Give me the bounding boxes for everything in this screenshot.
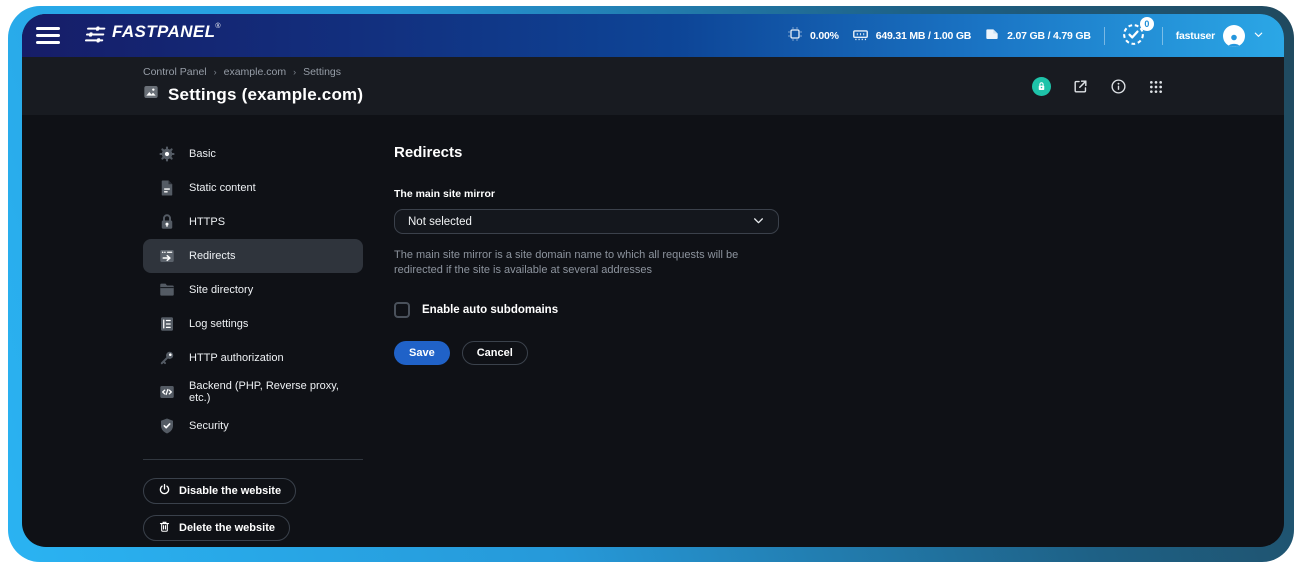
tasks-badge: 0 <box>1140 17 1154 31</box>
page-title-text: Settings (example.com) <box>168 85 363 105</box>
delete-website-label: Delete the website <box>179 522 275 534</box>
tasks-check-icon[interactable]: 0 <box>1121 22 1146 50</box>
auto-subdomains-row: Enable auto subdomains <box>394 302 779 318</box>
external-link-icon[interactable] <box>1072 78 1089 95</box>
sidebar-item-label: Security <box>189 420 229 432</box>
sidebar-divider <box>143 459 363 460</box>
sidebar-item-backend[interactable]: Backend (PHP, Reverse proxy, etc.) <box>143 375 363 409</box>
cpu-value: 0.00% <box>810 30 839 42</box>
mirror-field-label: The main site mirror <box>394 188 779 200</box>
apps-grid-icon[interactable] <box>1148 79 1164 95</box>
ram-icon <box>852 26 869 46</box>
breadcrumb-separator: › <box>293 67 296 77</box>
form-actions: Save Cancel <box>394 341 779 365</box>
settings-sidebar: Basic Static content HTTPS <box>143 137 363 547</box>
trash-icon <box>158 520 171 536</box>
select-value: Not selected <box>408 216 472 228</box>
sidebar-item-security[interactable]: Security <box>143 409 363 443</box>
sidebar-item-label: Static content <box>189 182 256 194</box>
sidebar-item-log-settings[interactable]: Log settings <box>143 307 363 341</box>
sidebar-item-site-directory[interactable]: Site directory <box>143 273 363 307</box>
hamburger-icon[interactable] <box>36 27 60 44</box>
divider <box>1162 27 1163 45</box>
chevron-down-icon <box>752 214 765 230</box>
mirror-help-text: The main site mirror is a site domain na… <box>394 248 779 279</box>
memory-stat: 649.31 MB / 1.00 GB <box>852 26 971 46</box>
page-header: Control Panel › example.com › Settings S… <box>22 57 1284 115</box>
section-title: Redirects <box>394 144 779 161</box>
redirect-arrow-icon <box>158 247 176 265</box>
brand-logo[interactable]: FASTPANEL ® <box>84 22 221 49</box>
redirects-panel: Redirects The main site mirror Not selec… <box>394 137 779 547</box>
save-button[interactable]: Save <box>394 341 450 365</box>
disable-website-label: Disable the website <box>179 485 281 497</box>
topbar-stats: 0.00% 649.31 MB / 1.00 GB 2.07 GB / 4.79… <box>787 22 1264 50</box>
cpu-icon <box>787 26 803 45</box>
sidebar-item-label: Redirects <box>189 250 235 262</box>
file-icon <box>158 179 176 197</box>
page: FASTPANEL ® 0.00% 649.31 MB / 1.00 GB <box>0 0 1308 569</box>
shield-check-icon <box>158 417 176 435</box>
user-menu[interactable]: fastuser <box>1176 25 1264 47</box>
divider <box>1104 27 1105 45</box>
header-actions <box>1032 77 1164 96</box>
code-icon <box>158 383 176 401</box>
disk-value: 2.07 GB / 4.79 GB <box>1007 30 1091 42</box>
log-icon <box>158 315 176 333</box>
sidebar-item-label: Site directory <box>189 284 253 296</box>
chevron-down-icon <box>1253 29 1264 43</box>
username: fastuser <box>1176 30 1215 42</box>
breadcrumb-settings: Settings <box>303 66 341 78</box>
gear-icon <box>158 145 176 163</box>
sidebar-item-http-authorization[interactable]: HTTP authorization <box>143 341 363 375</box>
registered-mark: ® <box>215 23 220 30</box>
auto-subdomains-checkbox[interactable] <box>394 302 410 318</box>
sidebar-item-redirects[interactable]: Redirects <box>143 239 363 273</box>
cancel-button[interactable]: Cancel <box>462 341 528 365</box>
disk-icon <box>984 26 1000 45</box>
delete-website-button[interactable]: Delete the website <box>143 515 290 541</box>
breadcrumb-domain[interactable]: example.com <box>224 66 286 78</box>
disable-website-button[interactable]: Disable the website <box>143 478 296 504</box>
power-icon <box>158 483 171 499</box>
lock-icon <box>158 213 176 231</box>
key-icon <box>158 349 176 367</box>
sidebar-item-label: HTTP authorization <box>189 352 284 364</box>
sidebar-item-label: Log settings <box>189 318 248 330</box>
sidebar-item-https[interactable]: HTTPS <box>143 205 363 239</box>
sidebar-item-basic[interactable]: Basic <box>143 137 363 171</box>
memory-value: 649.31 MB / 1.00 GB <box>876 30 971 42</box>
sidebar-item-label: Basic <box>189 148 216 160</box>
auto-subdomains-label[interactable]: Enable auto subdomains <box>422 304 558 316</box>
ssl-lock-badge[interactable] <box>1032 77 1051 96</box>
brand-name: FASTPANEL <box>112 22 215 42</box>
app-window: FASTPANEL ® 0.00% 649.31 MB / 1.00 GB <box>22 14 1284 547</box>
sidebar-item-label: HTTPS <box>189 216 225 228</box>
sidebar-item-static-content[interactable]: Static content <box>143 171 363 205</box>
breadcrumb-separator: › <box>214 67 217 77</box>
content: Basic Static content HTTPS <box>22 115 1284 547</box>
disk-stat: 2.07 GB / 4.79 GB <box>984 26 1091 45</box>
main-site-mirror-select[interactable]: Not selected <box>394 209 779 234</box>
equalizer-icon <box>84 25 106 49</box>
info-icon[interactable] <box>1110 78 1127 95</box>
cpu-stat: 0.00% <box>787 26 839 45</box>
breadcrumb-control-panel[interactable]: Control Panel <box>143 66 207 78</box>
image-icon <box>143 84 159 105</box>
folder-icon <box>158 281 176 299</box>
sidebar-item-label: Backend (PHP, Reverse proxy, etc.) <box>189 380 363 404</box>
topbar: FASTPANEL ® 0.00% 649.31 MB / 1.00 GB <box>22 14 1284 57</box>
avatar <box>1223 25 1245 47</box>
